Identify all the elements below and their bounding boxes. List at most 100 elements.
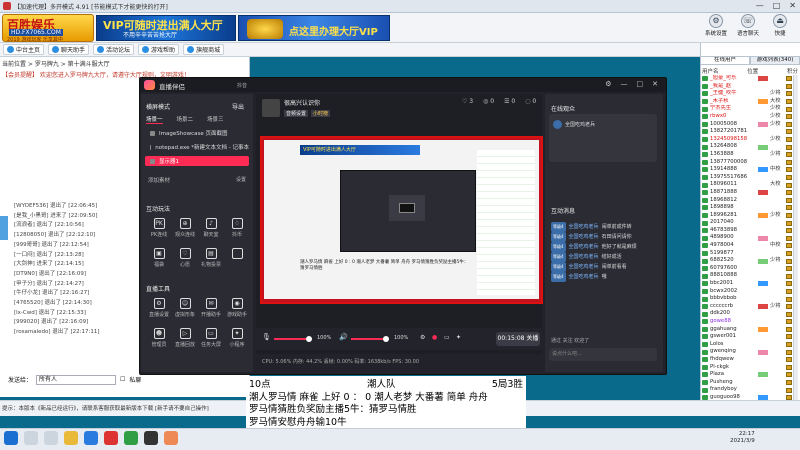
add-source-button[interactable]: 添加素材 — [148, 176, 170, 184]
message-item[interactable]: 等级4 全国吃鸡老兵 他好了就是麻烦 — [551, 242, 659, 252]
user-row[interactable]: 1898898 — [702, 204, 792, 212]
user-row[interactable]: 18096011 大校 — [702, 181, 792, 189]
tools_items-item[interactable]: ✉ 开播助手 — [198, 298, 224, 318]
user-row[interactable]: 46783898 — [702, 227, 792, 235]
tools_items-item[interactable]: ✦ 小程序 — [224, 328, 250, 348]
scene-tab-2[interactable]: 场景二 — [177, 115, 194, 124]
room-avatar[interactable] — [262, 98, 280, 117]
message-item[interactable]: 等级4 全国吃鸡老兵 闹单前看看 — [551, 262, 659, 272]
close-icon[interactable]: ✕ — [789, 1, 796, 10]
game-icon[interactable] — [164, 431, 178, 445]
end-live-button[interactable]: 00:15:08 关播 — [496, 332, 540, 346]
tools_items-item[interactable]: ☻ 管理员 — [146, 328, 172, 348]
user-row[interactable]: 13914888 中校 — [702, 166, 792, 174]
user-row[interactable]: 13245098158 少校 — [702, 136, 792, 144]
record-icon[interactable]: ● — [432, 334, 437, 341]
interact_items-item[interactable]: ▤ 礼物投票 — [198, 248, 224, 268]
user-row[interactable]: 4898900 — [702, 234, 792, 242]
user-row[interactable]: frandyboy — [702, 386, 792, 394]
user-row[interactable]: 4978004 中校 — [702, 242, 792, 250]
site-logo[interactable]: 百胜娱乐 HD.FX7065.COM 2019 游戏玩家 乐享其中 — [2, 14, 94, 43]
toolbar-button-1[interactable]: ☏ 语言聊天 — [733, 14, 763, 37]
user-row[interactable]: 13264808 — [702, 143, 792, 151]
minimize-icon[interactable]: — — [621, 80, 628, 88]
user-row[interactable]: fhdqwew — [702, 356, 792, 364]
user-row[interactable]: Lolos — [702, 341, 792, 349]
file-explorer-icon[interactable] — [64, 431, 78, 445]
source-item[interactable]: ImageShowcase 页面截图 — [145, 128, 249, 138]
microphone-icon[interactable]: 🎙 — [262, 333, 271, 341]
app-icon[interactable] — [104, 431, 118, 445]
speaker-icon[interactable]: 🔊 — [339, 333, 348, 341]
toolbar-button-2[interactable]: ⏏ 快捷 — [765, 14, 795, 37]
user-row[interactable]: 10005008 少校 — [702, 121, 792, 129]
user-row[interactable]: 2017040 — [702, 219, 792, 227]
interact_items-item[interactable]: ♢ 抖币 — [224, 218, 250, 238]
maximize-icon[interactable]: □ — [773, 1, 781, 10]
nav-item-3[interactable]: 游戏帮助 — [138, 44, 180, 55]
mic-slider-handle[interactable] — [306, 336, 312, 342]
user-row[interactable]: Plaza — [702, 371, 792, 379]
user-row[interactable]: gswer001 — [702, 333, 792, 341]
wechat-icon[interactable] — [124, 431, 138, 445]
effects-icon[interactable]: ✦ — [456, 334, 461, 341]
mode-label[interactable]: 横屏模式 — [146, 102, 170, 111]
scene-tab-3[interactable]: 场景三 — [207, 115, 224, 124]
interact_items-item[interactable] — [224, 248, 250, 268]
vip-banner[interactable]: VIP可随时进出满人大厅 不用辛辛苦苦抢大厅 — [96, 15, 236, 41]
speaker-slider-handle[interactable] — [383, 336, 389, 342]
col-position[interactable]: 位置 — [747, 67, 758, 75]
message-item[interactable]: 等级4 全国吃鸡老兵哦 — [551, 272, 659, 282]
tools_items-item[interactable]: ▭ 任务大屏 — [198, 328, 224, 348]
settings-icon[interactable]: ⚙ — [605, 80, 611, 88]
user-row[interactable]: rbwx0 少校 — [702, 113, 792, 121]
user-row[interactable]: 13827201781 — [702, 128, 792, 136]
tab-game-list[interactable]: 游戏列表(340) — [750, 56, 800, 65]
message-item[interactable]: 等级4 全国吃鸡老兵 结好成活 — [551, 252, 659, 262]
user-row[interactable]: _王健_吹牛 少将 — [702, 90, 792, 98]
user-row[interactable]: _旭豪_可乐 — [702, 75, 792, 83]
user-row[interactable]: Pl-ckgk — [702, 364, 792, 372]
user-row[interactable]: bcwx2002 — [702, 288, 792, 296]
user-row[interactable]: 1363888 少将 — [702, 151, 792, 159]
nav-item-0[interactable]: 中台主页 — [3, 44, 45, 55]
tools_items-item[interactable]: ▷ 直播回放 — [172, 328, 198, 348]
mic-slider[interactable] — [274, 338, 308, 340]
scene-tab-1[interactable]: 场景一 — [146, 115, 163, 124]
layout-icon[interactable]: ▭ — [444, 334, 450, 341]
minimize-icon[interactable]: — — [756, 1, 764, 10]
nav-item-4[interactable]: 旗舰商城 — [183, 44, 225, 55]
side-tab[interactable] — [0, 216, 8, 240]
audience-user[interactable]: 全国吃鸡老兵 — [553, 120, 595, 129]
windows-start-icon[interactable] — [4, 431, 18, 445]
user-row[interactable]: 13877700008 — [702, 159, 792, 167]
system-tray[interactable]: 22:17 2021/3/9 — [730, 431, 755, 445]
user-row[interactable]: gowe88 — [702, 318, 792, 326]
source-item[interactable]: 显示器1 — [145, 156, 249, 166]
user-row[interactable]: 18968812 — [702, 197, 792, 205]
toolbar-button-0[interactable]: ⚙ 系统设置 — [701, 14, 731, 37]
private-checkbox[interactable]: ☐ — [120, 376, 125, 383]
vip-apply-banner[interactable]: 点这里办理大厅VIP — [238, 15, 390, 41]
interact_items-item[interactable]: ♡ 心愿 — [172, 248, 198, 268]
source-item[interactable]: notepad.exe *新建文本文档 - 记事本 — [145, 142, 249, 152]
export-button[interactable]: 导出 — [232, 102, 244, 111]
user-row[interactable]: 88810888 — [702, 272, 792, 280]
audio-settings-tag[interactable]: 音频设置 — [284, 110, 309, 117]
user-row[interactable]: bbbvbbob — [702, 295, 792, 303]
recipient-select[interactable]: 所有人 — [36, 374, 117, 385]
col-score[interactable]: 积分 — [787, 67, 798, 75]
interact_items-item[interactable]: ▣ 福袋 — [146, 248, 172, 268]
user-row[interactable]: ggahuang — [702, 326, 792, 334]
edge-icon[interactable] — [84, 431, 98, 445]
user-row[interactable]: bbc2001 — [702, 280, 792, 288]
user-row[interactable]: ddk200 — [702, 310, 792, 318]
interact_items-item[interactable]: ♪ 聊天室 — [198, 218, 224, 238]
tools_items-item[interactable]: ⚙ 直播设置 — [146, 298, 172, 318]
speaker-slider[interactable] — [351, 338, 385, 340]
user-row[interactable]: gwenqing — [702, 348, 792, 356]
maximize-icon[interactable]: □ — [637, 80, 644, 88]
search-icon[interactable] — [24, 431, 38, 445]
filter-icon[interactable]: ⚙ — [420, 334, 425, 341]
tools_items-item[interactable]: ◉ 游戏助手 — [224, 298, 250, 318]
